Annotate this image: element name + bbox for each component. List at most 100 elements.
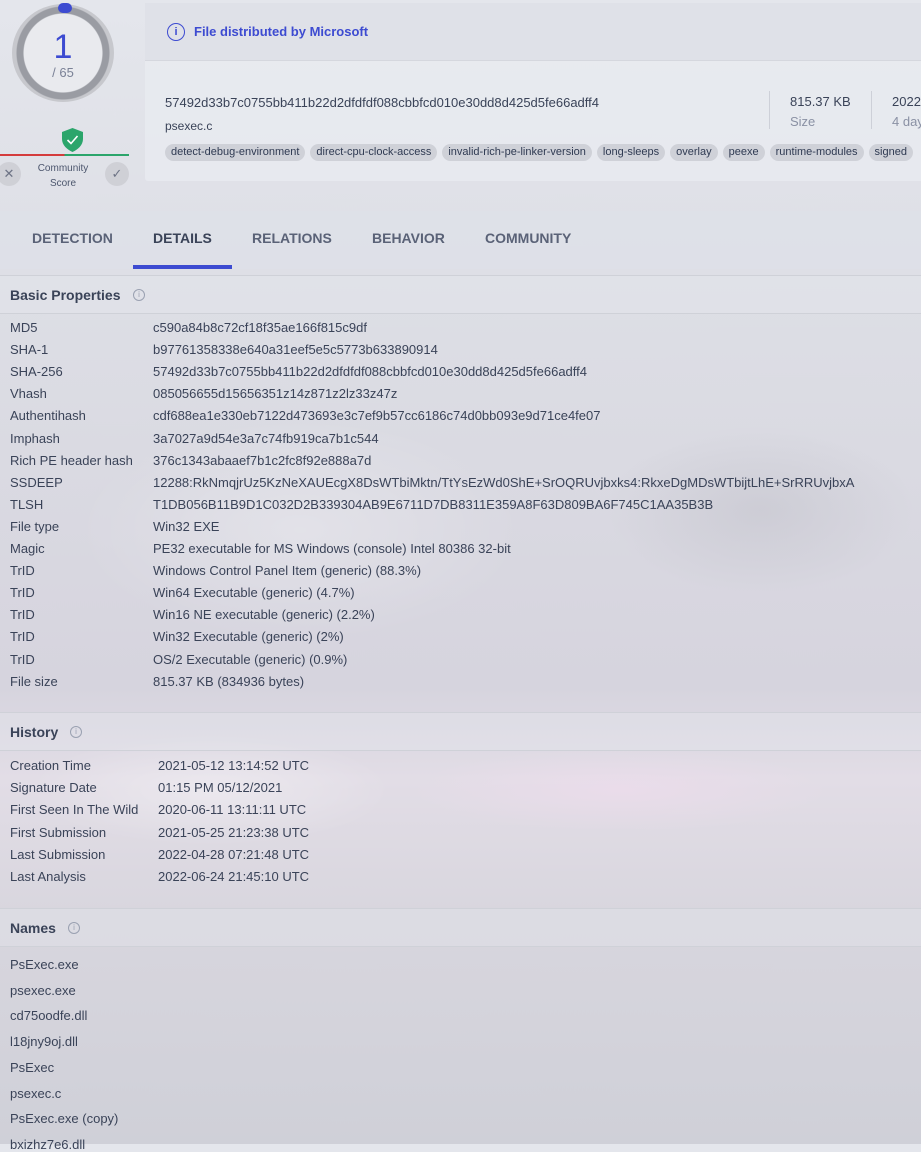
upvote-button[interactable]: ✓	[105, 162, 129, 186]
file-summary-card: i File distributed by Microsoft 57492d33…	[145, 3, 921, 181]
check-icon: ✓	[111, 166, 123, 181]
tab-community[interactable]: COMMUNITY	[485, 211, 571, 269]
property-value[interactable]: c590a84b8c72cf18f35ae166f815c9df	[153, 320, 367, 335]
list-item: bxizhz7e6.dll	[10, 1136, 86, 1152]
list-item: psexec.c	[10, 1085, 62, 1101]
property-key: TrID	[10, 607, 35, 623]
property-key: TrID	[10, 563, 35, 579]
property-value[interactable]: 2021-05-12 13:14:52 UTC	[158, 758, 309, 773]
list-item: cd75oodfe.dll	[10, 1008, 88, 1024]
property-value[interactable]: Win32 Executable (generic) (2%)	[153, 629, 344, 644]
property-key: TrID	[10, 629, 35, 645]
property-value[interactable]: Windows Control Panel Item (generic) (88…	[153, 563, 421, 578]
engine-total: / 65	[52, 65, 74, 80]
property-key: TrID	[10, 585, 35, 601]
tag[interactable]: direct-cpu-clock-access	[310, 144, 438, 161]
section-title: History	[10, 724, 59, 740]
section-title: Names	[10, 920, 56, 936]
list-item: l18jny9oj.dll	[10, 1034, 78, 1050]
property-key: TLSH	[10, 496, 44, 512]
tab-detection[interactable]: DETECTION	[32, 211, 113, 269]
property-value[interactable]: 2022-04-28 07:21:48 UTC	[158, 847, 309, 862]
list-item: psexec.exe	[10, 982, 76, 998]
property-key: SHA-256	[10, 364, 63, 380]
property-key: SHA-1	[10, 342, 49, 358]
property-key: Imphash	[10, 430, 60, 446]
property-key: TrID	[10, 651, 35, 667]
property-key: First Seen In The Wild	[10, 802, 139, 818]
property-key: Rich PE header hash	[10, 452, 133, 468]
tag[interactable]: overlay	[670, 144, 718, 161]
property-value[interactable]: Win32 EXE	[153, 519, 219, 534]
tag[interactable]: runtime-modules	[769, 144, 864, 161]
property-value[interactable]: 2021-05-25 21:23:38 UTC	[158, 825, 309, 840]
tab-details[interactable]: DETAILS	[153, 211, 212, 269]
property-value[interactable]: Win16 NE executable (generic) (2.2%)	[153, 607, 375, 622]
property-key: Last Submission	[10, 846, 106, 862]
property-key: File type	[10, 518, 60, 534]
property-key: Vhash	[10, 386, 47, 402]
tag[interactable]: signed	[868, 144, 913, 161]
file-date-value: 2022	[892, 94, 921, 109]
tag[interactable]: invalid-rich-pe-linker-version	[442, 144, 592, 161]
active-tab-indicator	[133, 265, 232, 269]
property-value[interactable]: cdf688ea1e330eb7122d473693e3c7ef9b57cc61…	[153, 408, 600, 423]
tab-behavior[interactable]: BEHAVIOR	[372, 211, 445, 269]
tag[interactable]: long-sleeps	[596, 144, 666, 161]
downvote-button[interactable]: ✕	[0, 162, 21, 186]
property-key: MD5	[10, 320, 38, 335]
info-icon[interactable]: i	[133, 289, 145, 301]
divider	[871, 91, 872, 129]
info-icon[interactable]: i	[70, 726, 82, 738]
property-value[interactable]: 12288:RkNmqjrUz5KzNeXAUEcgX8DsWTbiMktn/T…	[153, 475, 854, 490]
property-value[interactable]: 57492d33b7c0755bb411b22d2dfdfdf088cbbfcd…	[153, 364, 587, 379]
property-key: Magic	[10, 541, 45, 556]
shield-check-icon	[62, 128, 83, 152]
tab-bar: DETECTION DETAILS RELATIONS BEHAVIOR COM…	[0, 211, 921, 269]
property-value[interactable]: 376c1343abaaef7b1c2fc8f92e888a7d	[153, 453, 371, 468]
score-indicator-dot	[58, 3, 72, 13]
property-value[interactable]: Win64 Executable (generic) (4.7%)	[153, 585, 355, 600]
info-icon[interactable]: i	[68, 922, 80, 934]
list-item: PsExec.exe (copy)	[10, 1111, 119, 1127]
property-value[interactable]: 2020-06-11 13:11:11 UTC	[158, 802, 306, 817]
divider	[769, 91, 770, 129]
community-score-bar	[0, 154, 129, 156]
property-value[interactable]: 3a7027a9d54e3a7c74fb919ca7b1c544	[153, 431, 379, 446]
property-key: Creation Time	[10, 758, 91, 773]
property-value[interactable]: PE32 executable for MS Windows (console)…	[153, 541, 511, 556]
list-item: PsExec.exe	[10, 957, 79, 972]
property-value[interactable]: b97761358338e640a31eef5e5c5773b633890914	[153, 342, 438, 357]
property-key: Authentihash	[10, 408, 86, 424]
tab-relations[interactable]: RELATIONS	[252, 211, 332, 269]
file-name: psexec.c	[165, 119, 213, 133]
property-value[interactable]: T1DB056B11B9D1C032D2B339304AB9E6711D7DB8…	[153, 497, 713, 512]
community-score-label: Community Score	[37, 163, 89, 189]
tag-list: detect-debug-environment direct-cpu-cloc…	[165, 144, 913, 161]
property-key: First Submission	[10, 824, 107, 840]
property-key: SSDEEP	[10, 474, 63, 490]
property-value[interactable]: OS/2 Executable (generic) (0.9%)	[153, 652, 347, 667]
file-size-value: 815.37 KB	[790, 94, 851, 109]
detection-count: 1	[53, 28, 73, 66]
tag[interactable]: peexe	[722, 144, 765, 161]
property-value[interactable]: 01:15 PM 05/12/2021	[158, 780, 282, 795]
notice-text: File distributed by Microsoft	[194, 24, 369, 39]
distribution-notice: i File distributed by Microsoft	[145, 3, 921, 61]
section-header-history: History i	[0, 712, 921, 751]
property-key: Last Analysis	[10, 869, 86, 884]
property-key: File size	[10, 673, 58, 689]
section-title: Basic Properties	[10, 287, 121, 303]
file-date-label: 4 day	[892, 114, 921, 129]
property-key: Signature Date	[10, 780, 97, 796]
tag[interactable]: detect-debug-environment	[165, 144, 306, 161]
property-value[interactable]: 2022-06-24 21:45:10 UTC	[158, 869, 309, 884]
info-icon: i	[167, 23, 185, 41]
file-sha256[interactable]: 57492d33b7c0755bb411b22d2dfdfdf088cbbfcd…	[165, 95, 599, 110]
property-value[interactable]: 815.37 KB (834936 bytes)	[153, 674, 304, 689]
property-value[interactable]: 085056655d15656351z14z871z2lz33z47z	[153, 386, 397, 401]
close-icon: ✕	[3, 166, 15, 181]
list-item: PsExec	[10, 1059, 55, 1075]
background	[0, 270, 921, 1144]
section-header-names: Names i	[0, 908, 921, 947]
